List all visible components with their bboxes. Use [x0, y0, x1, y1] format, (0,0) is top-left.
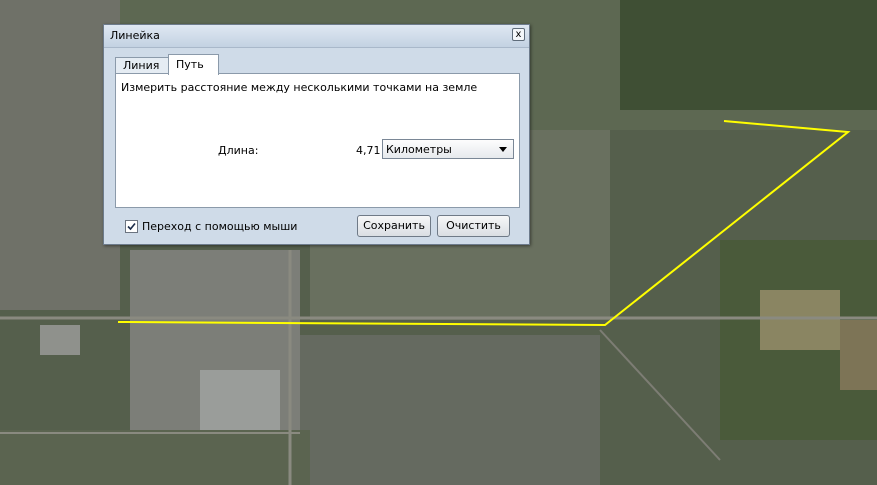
close-button[interactable]: x: [512, 28, 525, 41]
clear-button[interactable]: Очистить: [437, 215, 510, 237]
map-area-southwest: [0, 430, 310, 485]
tab-path[interactable]: Путь: [168, 54, 219, 75]
map-residential-south: [300, 335, 600, 485]
unit-selected-value: Километры: [386, 143, 452, 156]
dialog-titlebar[interactable]: Линейка x: [104, 25, 529, 48]
mouse-nav-checkbox[interactable]: [125, 220, 138, 233]
dialog-title: Линейка: [110, 29, 160, 42]
map-field-patch-2: [840, 320, 877, 390]
mouse-nav-label: Переход с помощью мыши: [142, 220, 298, 233]
close-icon: x: [515, 29, 522, 40]
map-field-patch: [760, 290, 840, 350]
map-forest-north: [620, 0, 877, 110]
tab-line[interactable]: Линия: [115, 57, 169, 74]
measure-description: Измерить расстояние между несколькими то…: [121, 81, 478, 94]
map-industrial-west: [0, 0, 120, 310]
length-value: 4,71: [356, 144, 381, 157]
unit-select[interactable]: Километры: [382, 139, 514, 159]
checkmark-icon: [127, 222, 136, 231]
path-tab-panel: Измерить расстояние между несколькими то…: [115, 73, 520, 208]
save-button[interactable]: Сохранить: [357, 215, 431, 237]
map-building: [40, 325, 80, 355]
map-parking-lot: [200, 370, 280, 430]
chevron-down-icon: [499, 147, 507, 152]
length-label: Длина:: [218, 144, 259, 157]
ruler-dialog: Линейка x Линия Путь Измерить расстояние…: [103, 24, 530, 245]
